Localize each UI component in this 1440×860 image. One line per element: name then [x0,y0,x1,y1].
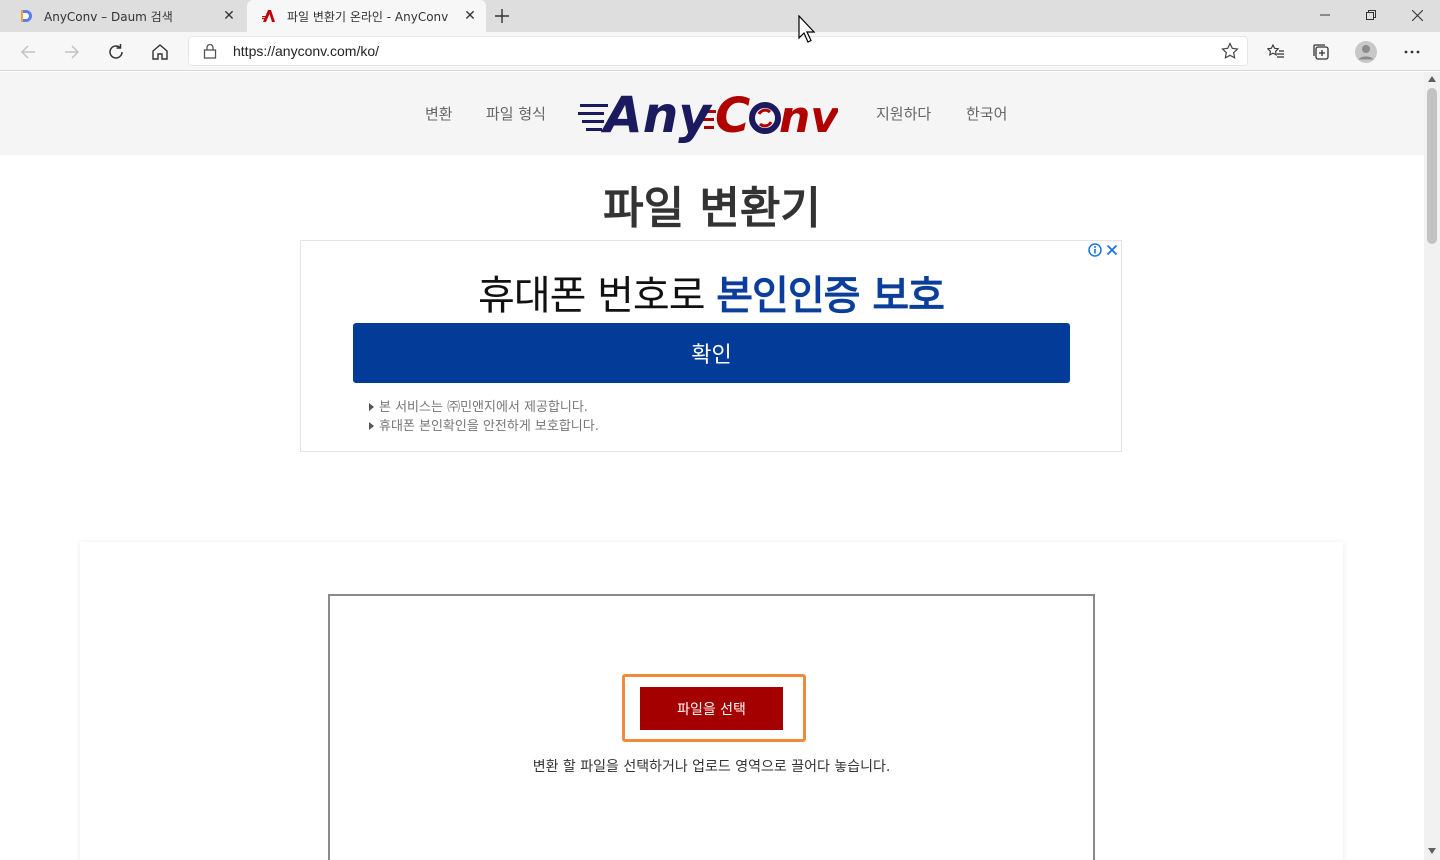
lock-icon[interactable] [203,43,217,63]
favorites-list-icon [1267,43,1284,58]
collections-icon [1313,44,1329,60]
url-text: https://anyconv.com/ko/ [233,43,380,59]
upload-hint: 변환 할 파일을 선택하거나 업로드 영역으로 끌어다 놓습니다. [532,759,891,775]
anyconv-icon [261,8,277,24]
nav-language[interactable]: 한국어 [966,103,1007,124]
bullet-triangle-icon [369,403,374,411]
favorite-star-icon[interactable] [1221,42,1239,64]
bullet-triangle-icon [369,422,374,430]
ad-confirm-button[interactable]: 확인 [353,323,1070,383]
profile-button[interactable] [1350,37,1382,67]
logo-text-c: C [715,88,750,144]
ad-info-icon[interactable] [1088,242,1102,261]
address-bar: https://anyconv.com/ko/ [0,32,1440,71]
page-title: 파일 변환기 [603,183,821,234]
logo-text-nv: nv [779,92,838,143]
url-input[interactable]: https://anyconv.com/ko/ [188,36,1248,66]
favorites-button[interactable] [1260,37,1292,67]
restore-icon [1366,10,1376,20]
home-button[interactable] [144,37,176,67]
back-button[interactable] [12,37,44,67]
ad-note-text: 휴대폰 본인확인을 안전하게 보호합니다. [379,419,599,434]
converter-card: 파일을 선택 변환 할 파일을 선택하거나 업로드 영역으로 끌어다 놓습니다. [80,542,1343,860]
more-icon [1404,50,1420,54]
ad-close-icon[interactable] [1105,242,1119,261]
ad-headline: 휴대폰 번호로 본인인증 보호 [301,263,1121,321]
back-arrow-icon [20,45,35,59]
scrollbar-thumb[interactable] [1427,88,1437,244]
refresh-button[interactable] [100,37,132,67]
scroll-down-icon [1428,848,1436,854]
tab-daum-search[interactable]: AnyConv – Daum 검색 ✕ [0,0,245,32]
tab-title: AnyConv – Daum 검색 [44,9,173,24]
advertisement-banner[interactable]: 휴대폰 번호로 본인인증 보호 확인 본 서비스는 ㈜민앤지에서 제공합니다. … [300,240,1122,452]
ad-note-text: 본 서비스는 ㈜민앤지에서 제공합니다. [379,400,588,415]
ad-headline-plain: 휴대폰 번호로 [478,273,717,319]
close-icon [1411,9,1423,21]
scroll-up-icon [1428,76,1436,82]
ad-controls [1088,242,1119,261]
nav-file-formats[interactable]: 파일 형식 [486,103,546,124]
logo-text-any: Any [600,86,713,144]
home-icon [152,44,168,60]
avatar-icon [1355,41,1377,63]
tab-anyconv[interactable]: 파일 변환기 온라인 - AnyConv ✕ [247,0,486,32]
ad-note: 본 서비스는 ㈜민앤지에서 제공합니다. [369,396,588,415]
ad-headline-bold: 본인인증 보호 [716,273,945,319]
settings-menu-button[interactable] [1396,37,1428,67]
anyconv-logo[interactable]: Any C nv [578,84,840,144]
minimize-icon [1320,14,1330,16]
close-icon[interactable]: ✕ [458,4,482,28]
nav-support[interactable]: 지원하다 [876,103,931,124]
ad-note: 휴대폰 본인확인을 안전하게 보호합니다. [369,415,599,434]
site-header: 변환 파일 형식 Any C nv 지원하다 한국어 [0,72,1424,155]
tab-strip: AnyConv – Daum 검색 ✕ 파일 변환기 온라인 - AnyConv… [0,0,1440,32]
restore-button[interactable] [1348,0,1394,30]
daum-icon [18,8,34,24]
forward-button[interactable] [56,37,88,67]
collections-button[interactable] [1305,37,1337,67]
page-scrollbar[interactable] [1424,72,1440,860]
tab-title: 파일 변환기 온라인 - AnyConv [287,9,449,24]
new-tab-button[interactable] [490,4,514,28]
choose-file-button[interactable]: 파일을 선택 [640,687,783,730]
minimize-button[interactable] [1302,0,1348,30]
refresh-icon [109,44,123,59]
plus-icon [495,9,509,23]
close-icon[interactable]: ✕ [217,4,241,28]
nav-convert[interactable]: 변환 [425,103,453,124]
mouse-cursor-icon [798,14,818,47]
forward-arrow-icon [65,45,80,59]
close-window-button[interactable] [1394,0,1440,30]
page-viewport: 변환 파일 형식 Any C nv 지원하다 한국어 파일 변환기 휴대폰 번호… [0,72,1424,860]
